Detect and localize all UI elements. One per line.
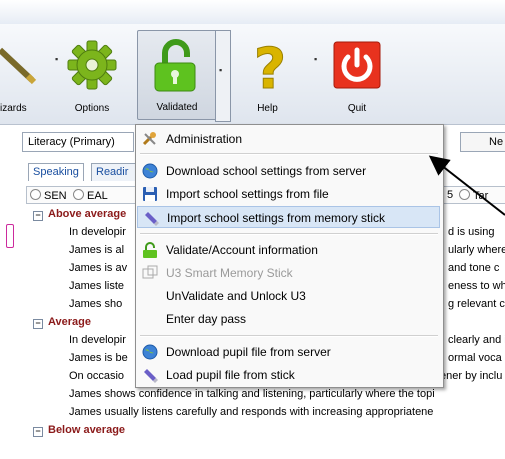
annotation-arrow bbox=[428, 155, 505, 216]
